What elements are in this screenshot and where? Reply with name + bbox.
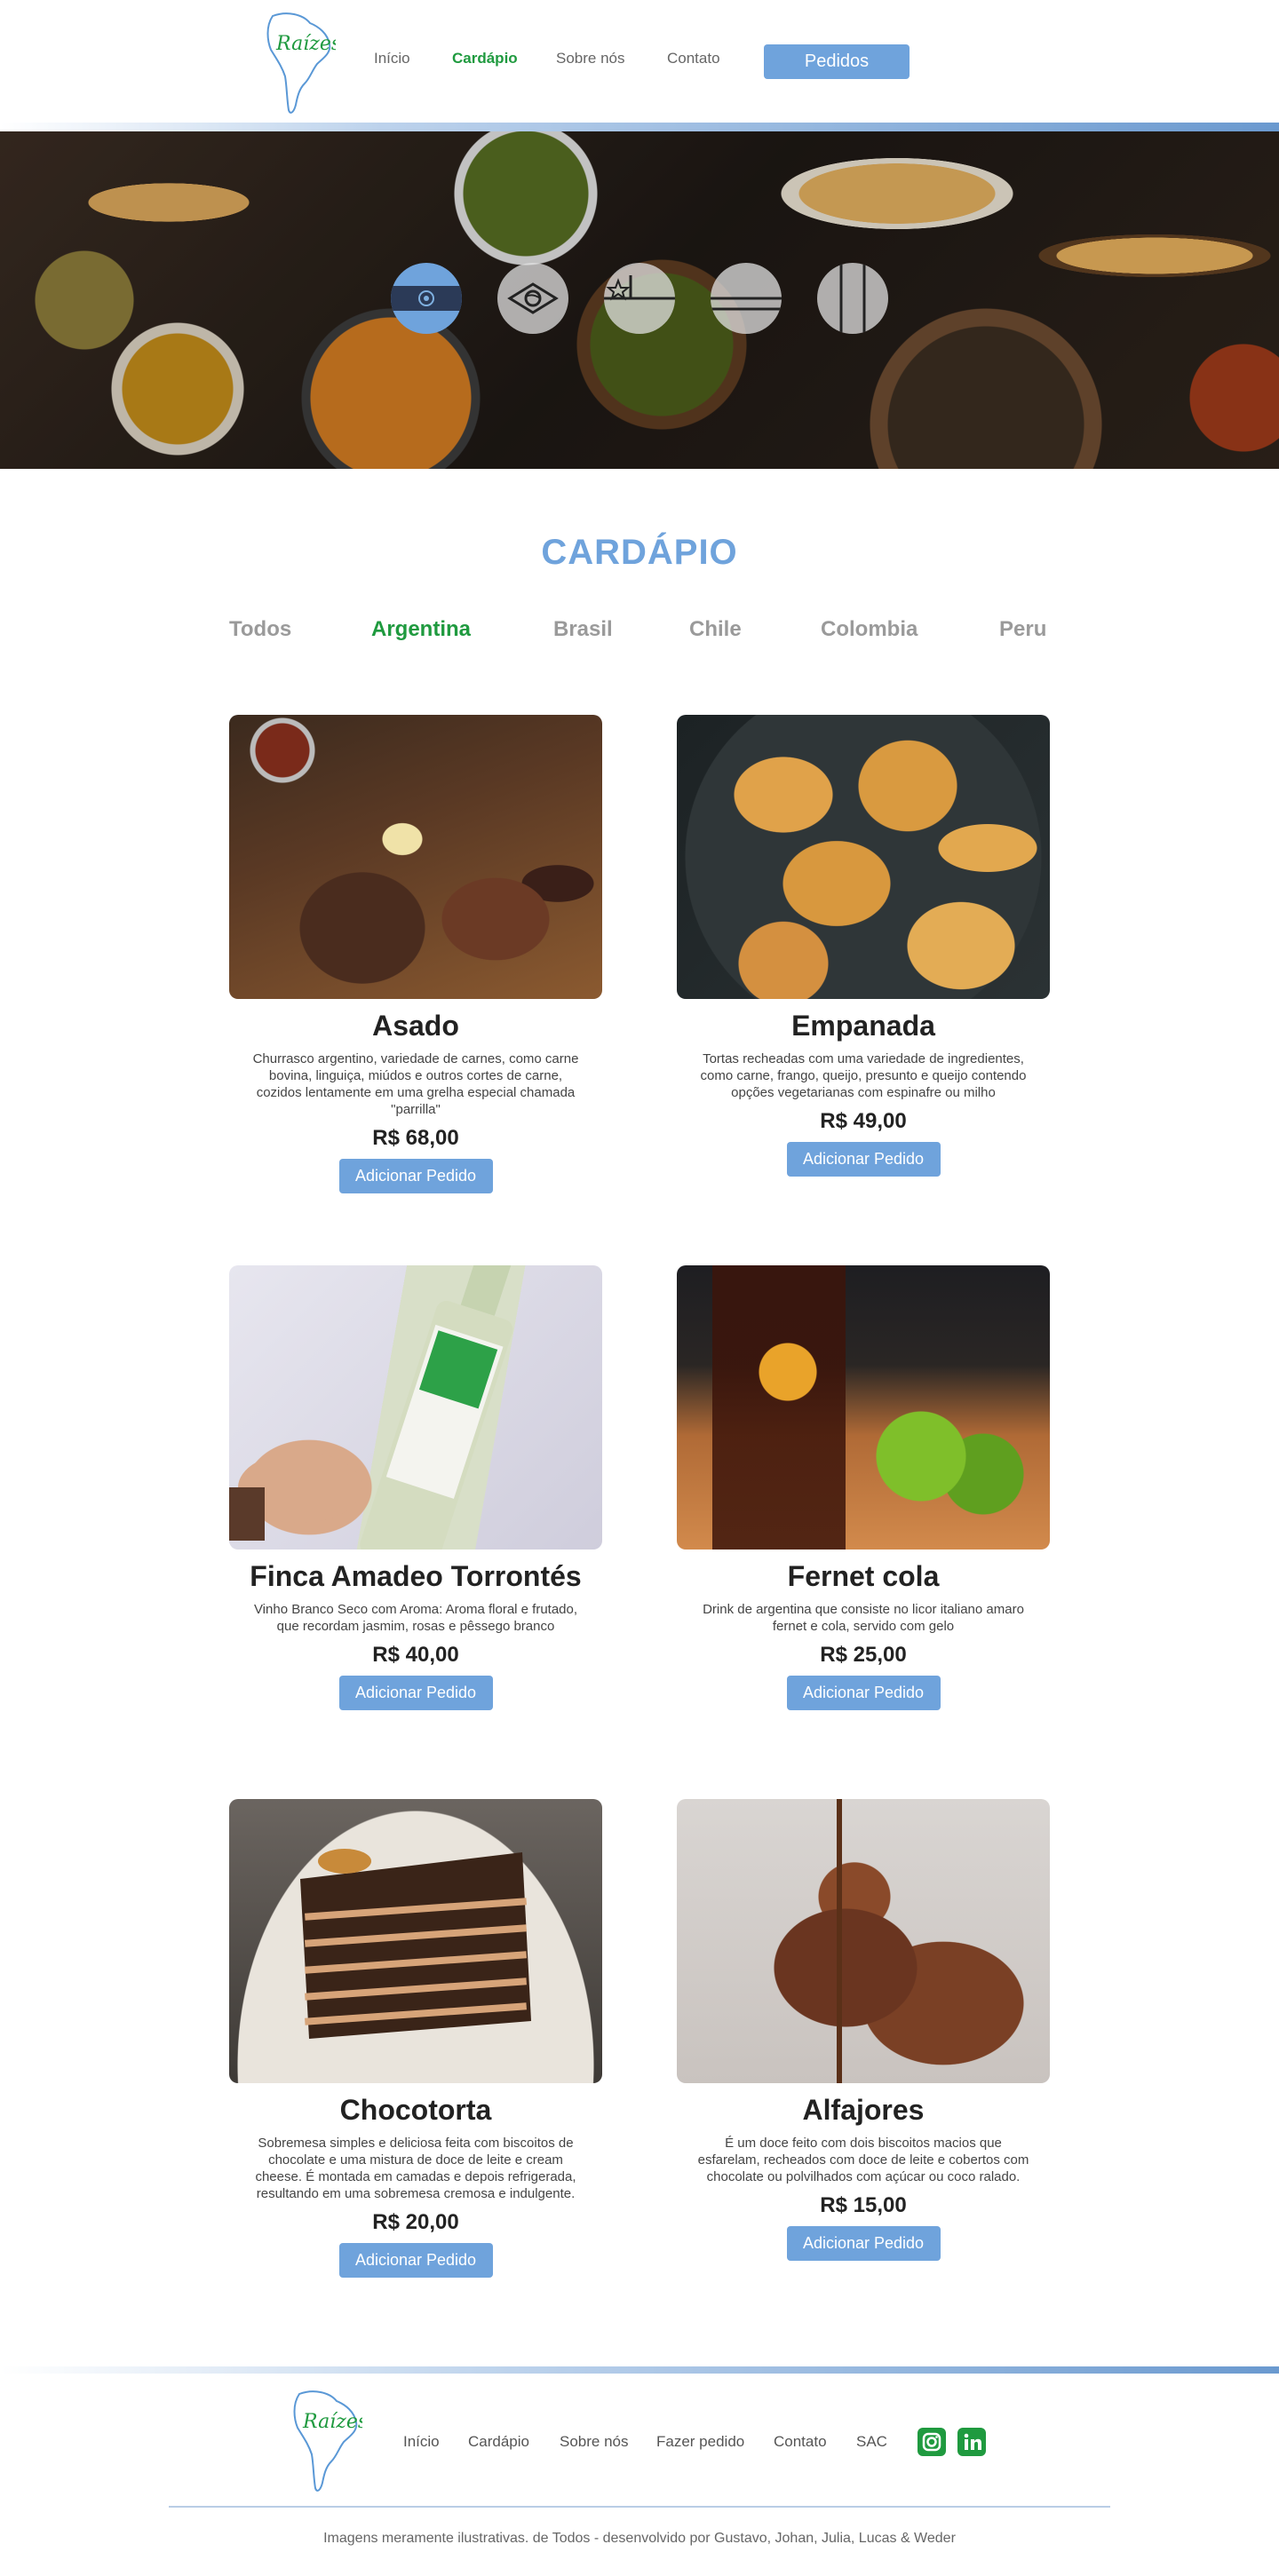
menu-card: Finca Amadeo Torrontés Vinho Branco Seco… [229,1265,602,1710]
menu-title: CARDÁPIO [541,533,738,572]
item-name: Alfajores [802,2094,925,2126]
item-description: Tortas recheadas com uma variedade de in… [700,1051,1027,1100]
menu-card: Empanada Tortas recheadas com uma varied… [677,715,1050,1177]
footer-link-contato[interactable]: Contato [774,2433,827,2451]
instagram-icon[interactable] [918,2428,946,2456]
add-order-button[interactable]: Adicionar Pedido [786,1676,941,1710]
wine-photo [229,1265,602,1550]
fernet-photo [677,1265,1050,1550]
item-price: R$ 49,00 [820,1109,907,1133]
tab-brasil[interactable]: Brasil [553,617,613,642]
footer-divider-top [0,2366,1279,2374]
country-tabs: Todos Argentina Brasil Chile Colombia Pe… [229,617,1050,644]
footer-divider [169,2506,1110,2508]
asado-photo [229,715,602,999]
item-price: R$ 20,00 [372,2210,459,2234]
item-name: Finca Amadeo Torrontés [250,1560,582,1592]
flag-chile-icon[interactable] [604,263,675,334]
header-divider [0,123,1279,131]
south-america-logo-icon: Raízes [266,12,341,114]
wine-bottle-icon [229,1265,520,1550]
footer-logo[interactable]: Raízes [287,2385,368,2495]
item-description: Sobremesa simples e deliciosa feita com … [255,2136,576,2201]
item-price: R$ 15,00 [820,2193,907,2217]
footer-link-sac[interactable]: SAC [856,2433,887,2451]
alfajores-photo [677,1799,1050,2083]
item-description: Vinho Branco Seco com Aroma: Aroma flora… [253,1602,578,1634]
menu-card: Chocotorta Sobremesa simples e deliciosa… [229,1799,602,2278]
nav-link-inicio[interactable]: Início [374,50,452,67]
logo[interactable]: Raízes [260,7,341,117]
empanada-photo [677,715,1050,999]
flag-peru-icon[interactable] [817,263,888,334]
tab-argentina[interactable]: Argentina [371,617,471,642]
add-order-button[interactable]: Adicionar Pedido [786,1142,941,1177]
country-flags [391,263,888,334]
menu-card: Fernet cola Drink de argentina que consi… [677,1265,1050,1710]
hero-banner [0,131,1279,469]
page: Raízes Início Cardápio Sobre nós Contato… [0,0,1279,2576]
add-order-button[interactable]: Adicionar Pedido [338,2243,493,2278]
item-description: Churrasco argentino, variedade de carnes… [252,1051,579,1117]
flag-argentina-icon[interactable] [391,263,462,334]
svg-text:Raízes: Raízes [302,2411,362,2433]
add-order-button[interactable]: Adicionar Pedido [338,1159,493,1193]
linkedin-icon[interactable] [957,2428,986,2456]
item-description: É um doce feito com dois biscoitos macio… [697,2136,1029,2184]
menu-card: Asado Churrasco argentino, variedade de … [229,715,602,1193]
footer-link-cardapio[interactable]: Cardápio [468,2433,529,2451]
credits-text: Imagens meramente ilustrativas. de Todos… [323,2531,956,2546]
south-america-logo-icon: Raízes [293,2390,368,2492]
item-price: R$ 25,00 [820,1643,907,1667]
orders-button[interactable]: Pedidos [764,44,910,79]
tab-todos[interactable]: Todos [229,617,291,642]
footer-link-fazer-pedido[interactable]: Fazer pedido [656,2433,744,2451]
item-price: R$ 68,00 [372,1126,459,1150]
item-name: Asado [372,1010,459,1042]
svg-text:Raízes: Raízes [275,33,336,55]
footer-link-sobre-nos[interactable]: Sobre nós [560,2433,629,2451]
footer-link-inicio[interactable]: Início [403,2433,440,2451]
item-name: Fernet cola [787,1560,940,1592]
item-name: Chocotorta [339,2094,492,2126]
tab-colombia[interactable]: Colombia [821,617,918,642]
menu-card: Alfajores É um doce feito com dois bisco… [677,1799,1050,2261]
main-nav: Início Cardápio Sobre nós Contato [374,50,765,67]
chocotorta-photo [229,1799,602,2083]
item-name: Empanada [791,1010,935,1042]
flag-colombia-icon[interactable] [711,263,782,334]
cake-slice-icon [300,1849,531,2039]
nav-link-contato[interactable]: Contato [667,50,765,67]
site-header: Raízes Início Cardápio Sobre nós Contato… [0,0,1279,131]
item-description: Drink de argentina que consiste no licor… [703,1602,1024,1634]
flag-brasil-icon[interactable] [497,263,568,334]
add-order-button[interactable]: Adicionar Pedido [786,2226,941,2261]
item-price: R$ 40,00 [372,1643,459,1667]
nav-link-cardapio[interactable]: Cardápio [452,50,556,67]
nav-link-sobre-nos[interactable]: Sobre nós [556,50,667,67]
add-order-button[interactable]: Adicionar Pedido [338,1676,493,1710]
tab-chile[interactable]: Chile [689,617,742,642]
tab-peru[interactable]: Peru [999,617,1046,642]
